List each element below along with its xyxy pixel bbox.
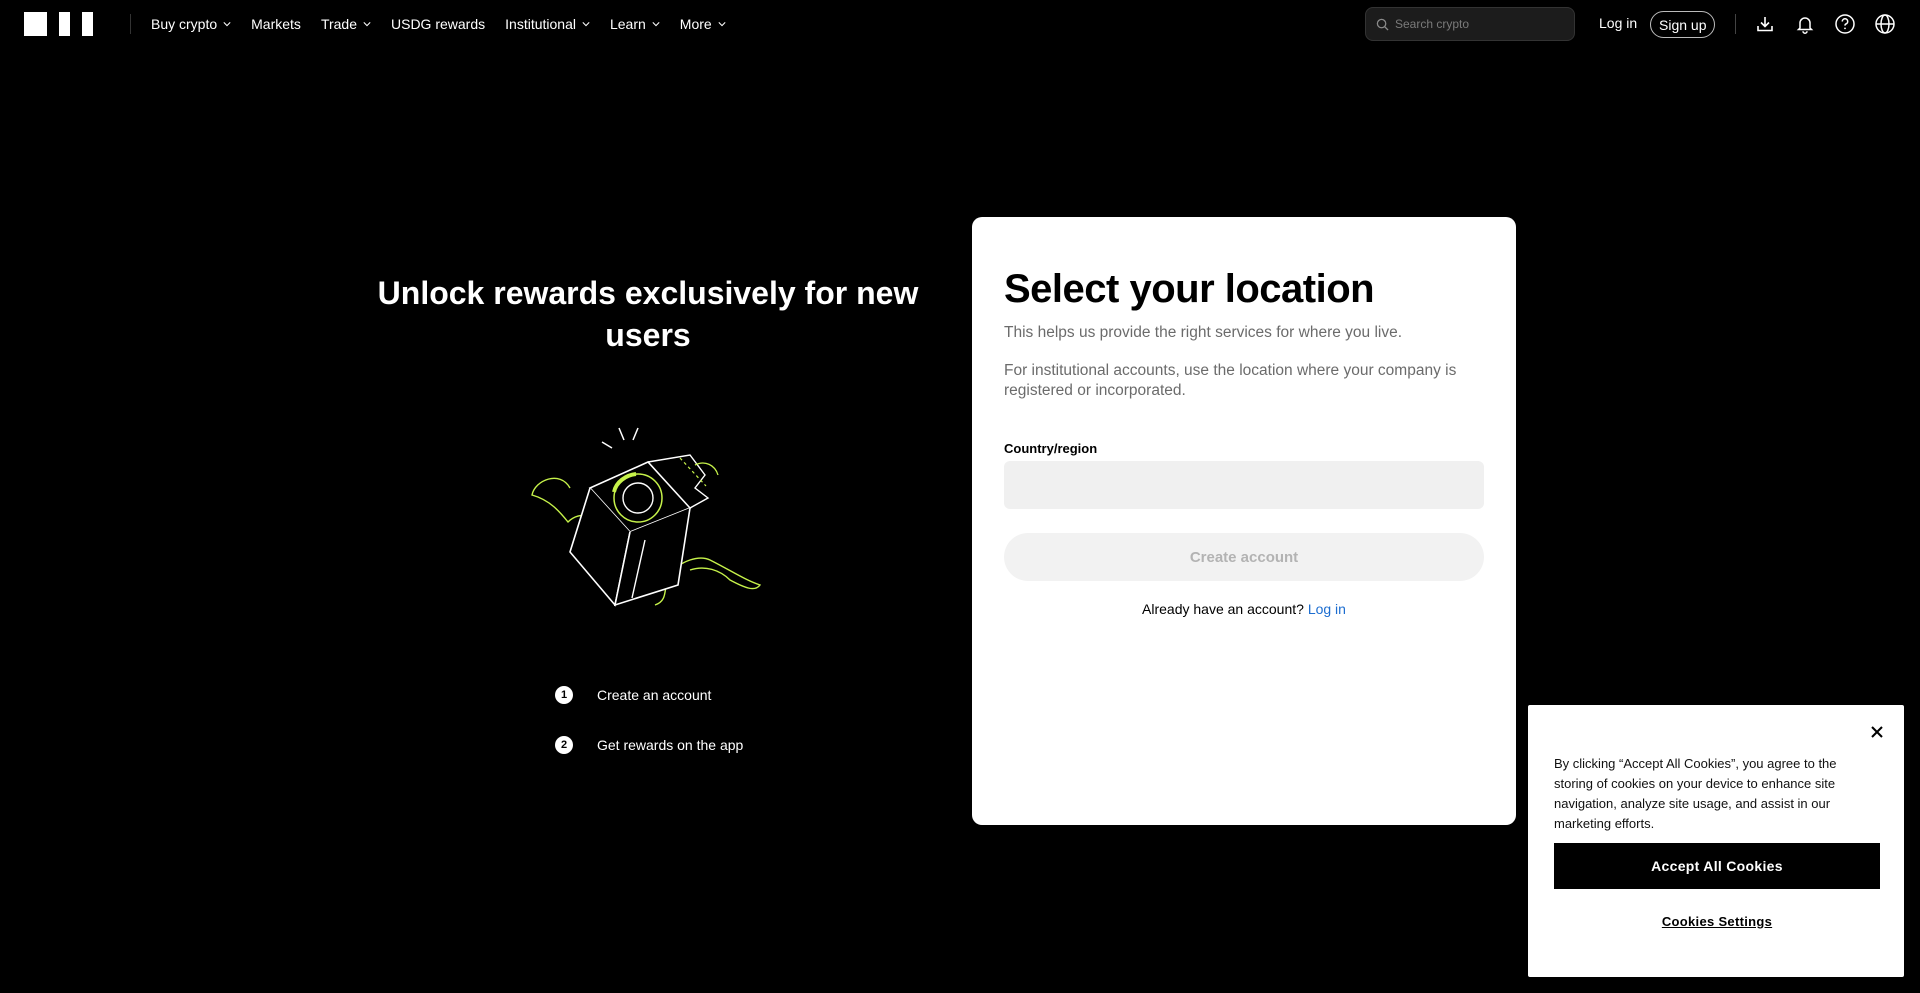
step-2: 2 Get rewards on the app: [555, 736, 743, 754]
close-icon[interactable]: [1868, 723, 1886, 741]
search-input[interactable]: [1395, 17, 1565, 31]
step-number: 1: [555, 686, 573, 704]
institutional-note: For institutional accounts, use the loca…: [1004, 362, 1457, 399]
step-1: 1 Create an account: [555, 686, 711, 704]
bell-icon[interactable]: [1793, 12, 1817, 36]
download-icon[interactable]: [1753, 12, 1777, 36]
nav-label: Markets: [251, 16, 301, 32]
nav-label: More: [679, 16, 712, 32]
nav-buy-crypto[interactable]: Buy crypto: [151, 16, 231, 32]
nav-label: Learn: [609, 16, 646, 32]
already-text: Already have an account?: [1142, 601, 1304, 617]
okx-logo[interactable]: [24, 12, 105, 36]
gift-box-illustration: [531, 427, 762, 607]
header-divider: [1735, 14, 1736, 34]
nav-markets[interactable]: Markets: [251, 16, 301, 32]
country-select[interactable]: [1004, 461, 1484, 509]
country-label: Country/region: [1004, 441, 1098, 456]
nav-usdg-rewards[interactable]: USDG rewards: [391, 16, 485, 32]
chevron-down-icon: [582, 22, 590, 27]
top-nav-bar: Buy crypto Markets Trade USDG rewards In…: [0, 0, 1920, 48]
globe-icon[interactable]: [1873, 12, 1897, 36]
nav-more[interactable]: More: [680, 16, 726, 32]
chevron-down-icon: [363, 22, 371, 27]
promo-title: Unlock rewards exclusively for new users: [377, 275, 919, 353]
step-label: Create an account: [597, 687, 712, 703]
nav-label: Institutional: [505, 16, 576, 32]
nav-institutional[interactable]: Institutional: [505, 16, 590, 32]
chevron-down-icon: [223, 22, 231, 27]
search-icon: [1376, 18, 1389, 31]
nav-label: Buy crypto: [151, 16, 218, 32]
step-label: Get rewards on the app: [597, 737, 744, 753]
nav-trade[interactable]: Trade: [321, 16, 371, 32]
chevron-down-icon: [652, 22, 660, 27]
chevron-down-icon: [718, 22, 726, 27]
step-number: 2: [555, 736, 573, 754]
card-subtitle: This helps us provide the right services…: [1004, 324, 1403, 341]
header-login-link[interactable]: Log in: [1599, 15, 1637, 31]
signup-button[interactable]: Sign up: [1650, 11, 1716, 38]
cookie-banner: By clicking “Accept All Cookies”, you ag…: [1528, 705, 1904, 977]
nav-label: USDG rewards: [391, 16, 486, 32]
login-link[interactable]: Log in: [1308, 601, 1346, 617]
accept-cookies-button[interactable]: Accept All Cookies: [1554, 843, 1880, 889]
nav-label: Trade: [320, 16, 357, 32]
header-divider: [130, 14, 131, 34]
help-icon[interactable]: [1833, 12, 1857, 36]
card-title: Select your location: [1004, 267, 1375, 311]
create-account-button[interactable]: Create account: [1004, 533, 1484, 581]
location-card: Select your location This helps us provi…: [972, 217, 1516, 825]
search-box[interactable]: [1365, 7, 1575, 41]
cookie-text: By clicking “Accept All Cookies”, you ag…: [1554, 756, 1837, 831]
cookie-settings-button[interactable]: Cookies Settings: [1554, 904, 1880, 938]
already-account-row: Already have an account? Log in: [972, 601, 1516, 617]
nav-learn[interactable]: Learn: [610, 16, 660, 32]
main-nav: Buy crypto Markets Trade USDG rewards In…: [151, 0, 746, 48]
